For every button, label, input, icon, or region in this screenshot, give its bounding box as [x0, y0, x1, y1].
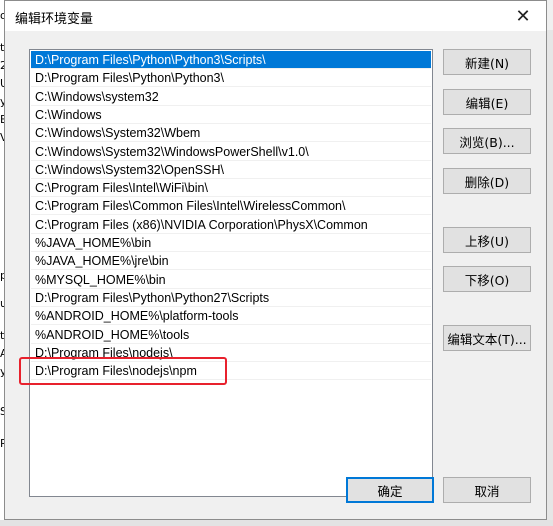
list-item[interactable]: C:\Program Files (x86)\NVIDIA Corporatio…	[31, 216, 431, 234]
background-window-edge-bottom	[0, 520, 553, 526]
list-item[interactable]: C:\Program Files\Intel\WiFi\bin\	[31, 179, 431, 198]
close-icon[interactable]: ✕	[500, 1, 546, 31]
cancel-button[interactable]: 取消	[443, 477, 531, 503]
list-item[interactable]: C:\Windows\system32	[31, 88, 431, 106]
path-list[interactable]: D:\Program Files\Python\Python3\Scripts\…	[29, 49, 433, 497]
browse-button[interactable]: 浏览(B)...	[443, 128, 531, 154]
list-item[interactable]: C:\Windows\System32\OpenSSH\	[31, 161, 431, 179]
list-item[interactable]: %MYSQL_HOME%\bin	[31, 271, 431, 289]
move-up-button[interactable]: 上移(U)	[443, 227, 531, 253]
list-item[interactable]: %JAVA_HOME%\bin	[31, 234, 431, 252]
list-item[interactable]: D:\Program Files\Python\Python3\	[31, 69, 431, 88]
list-item[interactable]: C:\Program Files\Common Files\Intel\Wire…	[31, 197, 431, 216]
list-item[interactable]: D:\Program Files\nodejs\	[31, 344, 431, 362]
ok-button[interactable]: 确定	[346, 477, 434, 503]
list-item[interactable]: %ANDROID_HOME%\platform-tools	[31, 307, 431, 326]
list-item[interactable]: %JAVA_HOME%\jre\bin	[31, 252, 431, 271]
list-item[interactable]: C:\Windows	[31, 106, 431, 124]
edit-text-button[interactable]: 编辑文本(T)...	[443, 325, 531, 351]
edit-environment-variable-dialog: 编辑环境变量 ✕ D:\Program Files\Python\Python3…	[4, 0, 547, 520]
title-bar: 编辑环境变量 ✕	[5, 1, 546, 31]
new-button[interactable]: 新建(N)	[443, 49, 531, 75]
dialog-title: 编辑环境变量	[15, 12, 94, 27]
list-item[interactable]: D:\Program Files\nodejs\npm	[31, 362, 431, 381]
list-item[interactable]: D:\Program Files\Python\Python27\Scripts	[31, 289, 431, 307]
move-down-button[interactable]: 下移(O)	[443, 266, 531, 292]
list-item[interactable]: D:\Program Files\Python\Python3\Scripts\	[31, 51, 431, 69]
list-item[interactable]: C:\Windows\System32\WindowsPowerShell\v1…	[31, 143, 431, 161]
delete-button[interactable]: 删除(D)	[443, 168, 531, 194]
background-window-edge-right	[547, 30, 553, 526]
list-item[interactable]: C:\Windows\System32\Wbem	[31, 124, 431, 143]
edit-button[interactable]: 编辑(E)	[443, 89, 531, 115]
list-item[interactable]: %ANDROID_HOME%\tools	[31, 326, 431, 344]
